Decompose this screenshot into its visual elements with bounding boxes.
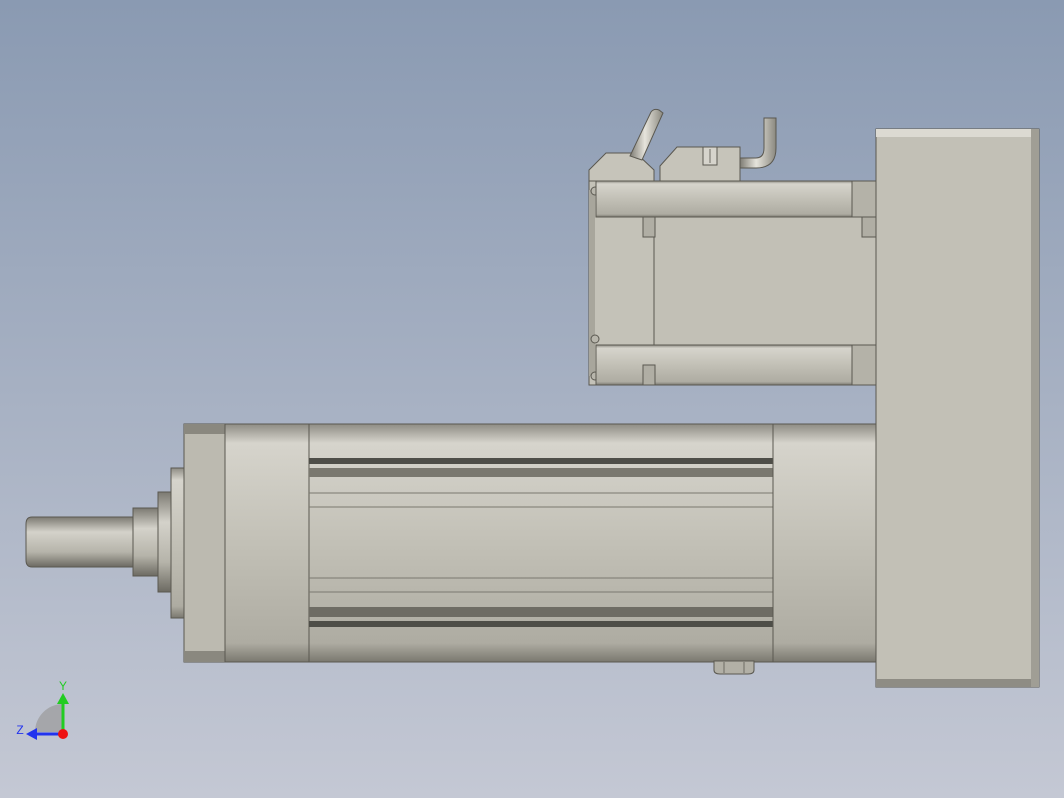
bottom-plug (713, 660, 755, 675)
mounting-flange (183, 423, 227, 663)
belt-housing (875, 128, 1040, 688)
shaft-collar (132, 507, 160, 577)
rear-housing (772, 423, 878, 663)
body-groove (309, 468, 774, 477)
flange-bottom-chamfer (184, 651, 226, 662)
body-groove (309, 607, 774, 617)
shaft-step (157, 491, 173, 593)
pilot-ring (170, 467, 186, 619)
front-end-cap (224, 423, 311, 663)
body-groove (309, 621, 774, 627)
cover-bolt (590, 334, 600, 344)
y-axis-label: Y (59, 679, 67, 693)
z-axis-label: Z (16, 723, 23, 737)
tie-rod-top (595, 180, 855, 218)
flange-top-chamfer (184, 424, 226, 434)
belt-housing-plate (875, 128, 1040, 688)
encoder-connector (659, 146, 741, 182)
output-shaft (25, 516, 134, 568)
cad-scene[interactable]: Y Z (0, 0, 1064, 798)
x-axis-dot (58, 729, 68, 739)
cad-viewport[interactable]: Y Z (0, 0, 1064, 798)
tie-rod-bottom (595, 344, 855, 386)
body-groove (309, 458, 774, 464)
rear-cover-edge (589, 190, 595, 376)
